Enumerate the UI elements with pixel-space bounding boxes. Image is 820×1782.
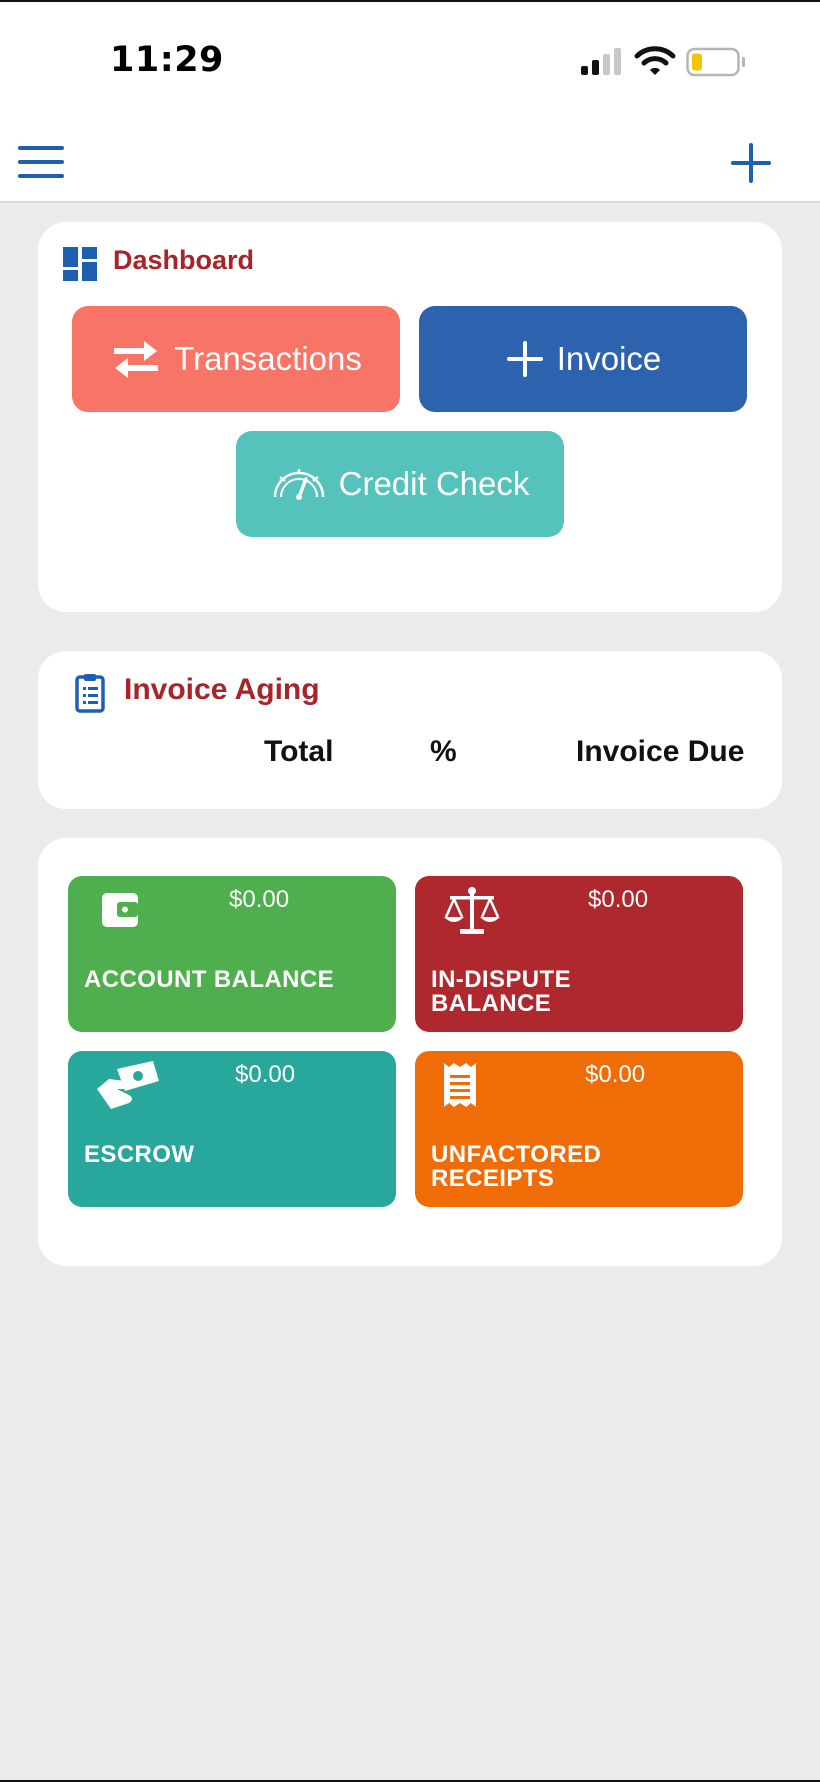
credit-check-button[interactable]: Credit Check	[236, 431, 564, 537]
column-header-total: Total	[264, 735, 334, 768]
money-handshake-icon	[97, 1061, 159, 1109]
unfactored-receipts-label-line2: RECEIPTS	[431, 1165, 555, 1192]
column-header-percent: %	[430, 735, 457, 768]
in-dispute-label-line2: BALANCE	[431, 990, 552, 1017]
unfactored-receipts-label: UNFACTORED RECEIPTS	[431, 1143, 601, 1191]
invoice-aging-card: Invoice Aging Total % Invoice Due	[38, 651, 782, 809]
scales-icon	[444, 887, 500, 934]
invoice-button[interactable]: Invoice	[419, 306, 747, 412]
dashboard-grid-icon	[63, 247, 97, 281]
invoice-aging-title: Invoice Aging	[124, 673, 320, 706]
balances-card: $0.00 ACCOUNT BALANCE $0.00 IN-DISPUTE B…	[38, 838, 782, 1266]
credit-check-label: Credit Check	[338, 465, 530, 502]
wifi-icon	[634, 46, 676, 75]
account-balance-label: ACCOUNT BALANCE	[84, 966, 334, 993]
escrow-tile[interactable]: $0.00 ESCROW	[68, 1051, 396, 1207]
dashboard-title: Dashboard	[113, 245, 255, 275]
transactions-button[interactable]: Transactions	[72, 306, 400, 412]
plus-icon[interactable]	[728, 140, 774, 186]
unfactored-receipts-amount: $0.00	[585, 1061, 646, 1088]
unfactored-receipts-tile[interactable]: $0.00 UNFACTORED RECEIPTS	[415, 1051, 743, 1207]
clipboard-list-icon	[75, 674, 105, 713]
dashboard-card: Dashboard Transactions Invoice Credit Ch…	[38, 222, 782, 612]
wallet-icon	[102, 893, 138, 927]
receipt-icon	[444, 1063, 476, 1107]
account-balance-tile[interactable]: $0.00 ACCOUNT BALANCE	[68, 876, 396, 1032]
account-balance-amount: $0.00	[229, 886, 290, 913]
in-dispute-balance-amount: $0.00	[588, 886, 649, 913]
unfactored-receipts-label-line1: UNFACTORED	[431, 1141, 602, 1168]
invoice-label: Invoice	[556, 340, 662, 377]
hamburger-menu-icon[interactable]	[16, 144, 66, 180]
plus-icon	[506, 341, 543, 377]
in-dispute-balance-tile[interactable]: $0.00 IN-DISPUTE BALANCE	[415, 876, 743, 1032]
column-header-invoice-due: Invoice Due	[576, 735, 745, 768]
transactions-label: Transactions	[174, 340, 362, 377]
in-dispute-label-line1: IN-DISPUTE	[431, 966, 572, 993]
escrow-label: ESCROW	[84, 1141, 195, 1168]
battery-icon	[686, 47, 745, 77]
escrow-amount: $0.00	[235, 1061, 296, 1088]
status-time: 11:29	[110, 40, 224, 80]
swap-arrows-icon	[114, 341, 159, 378]
in-dispute-balance-label: IN-DISPUTE BALANCE	[431, 968, 571, 1016]
cellular-signal-icon	[581, 48, 621, 75]
top-bar: 11:29	[0, 0, 820, 203]
speedometer-icon	[273, 469, 324, 500]
